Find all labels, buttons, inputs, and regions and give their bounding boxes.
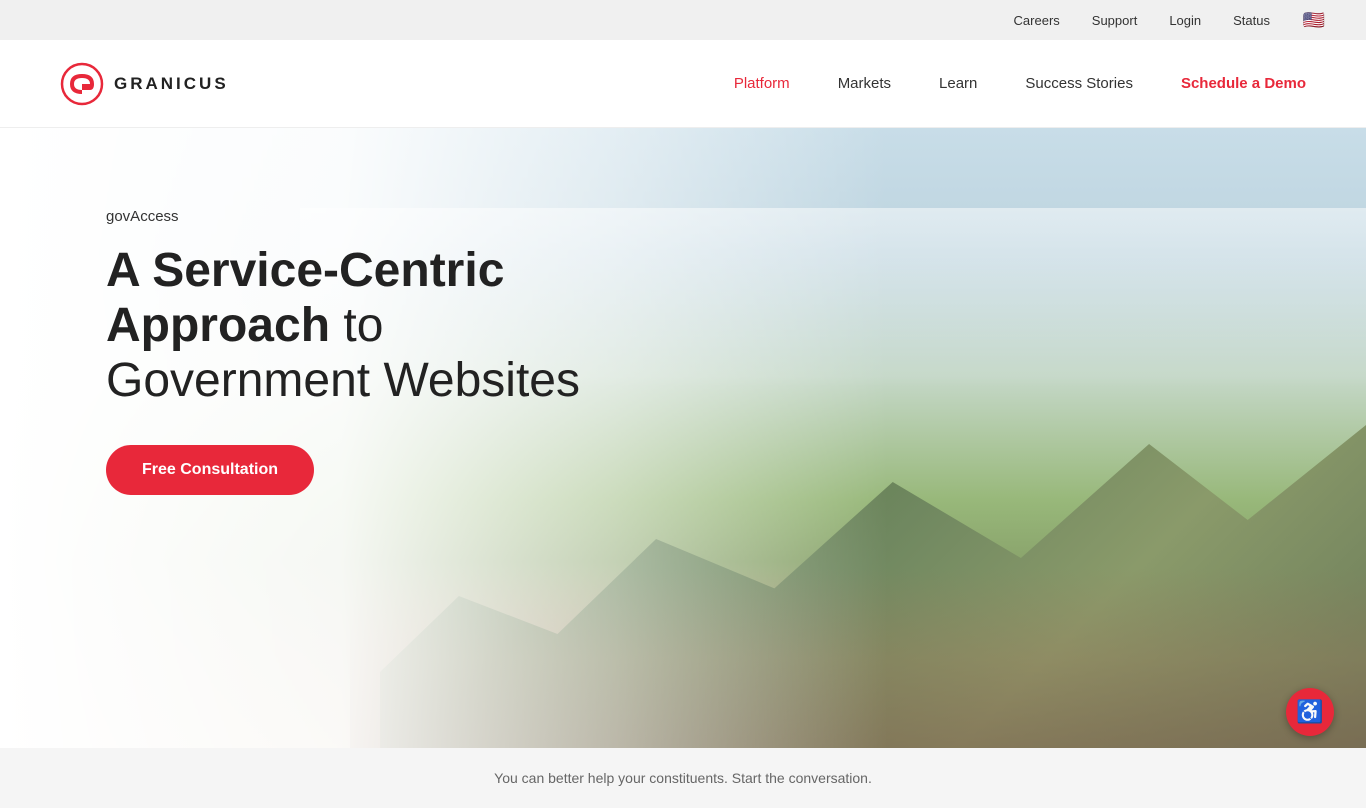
bottom-bar: You can better help your constituents. S…: [0, 748, 1366, 808]
hero-title-bold: A Service-Centric Approach: [106, 244, 504, 352]
topbar-careers[interactable]: Careers: [1014, 13, 1060, 28]
top-bar: Careers Support Login Status 🇺🇸: [0, 0, 1366, 40]
logo-text: GRANICUS: [114, 74, 229, 94]
nav-learn[interactable]: Learn: [939, 75, 977, 92]
nav-success-stories[interactable]: Success Stories: [1025, 75, 1133, 92]
nav-platform[interactable]: Platform: [734, 75, 790, 92]
nav-schedule-demo[interactable]: Schedule a Demo: [1181, 75, 1306, 92]
hero-content: govAccess A Service-Centric Approach to …: [0, 128, 640, 495]
nav-markets[interactable]: Markets: [838, 75, 891, 92]
language-flag-icon[interactable]: 🇺🇸: [1302, 8, 1326, 32]
hero-title: A Service-Centric Approach to Government…: [106, 243, 640, 409]
topbar-status[interactable]: Status: [1233, 13, 1270, 28]
nav-links: Platform Markets Learn Success Stories S…: [734, 75, 1306, 92]
granicus-logo-icon: [60, 62, 104, 106]
logo-link[interactable]: GRANICUS: [60, 62, 229, 106]
hero-eyebrow: govAccess: [106, 208, 640, 225]
accessibility-button[interactable]: ♿: [1286, 688, 1334, 736]
hero-section: govAccess A Service-Centric Approach to …: [0, 128, 1366, 748]
free-consultation-button[interactable]: Free Consultation: [106, 445, 314, 495]
topbar-support[interactable]: Support: [1092, 13, 1138, 28]
topbar-login[interactable]: Login: [1169, 13, 1201, 28]
bottom-bar-text: You can better help your constituents. S…: [494, 770, 872, 786]
main-nav: GRANICUS Platform Markets Learn Success …: [0, 40, 1366, 128]
accessibility-icon: ♿: [1296, 699, 1323, 725]
